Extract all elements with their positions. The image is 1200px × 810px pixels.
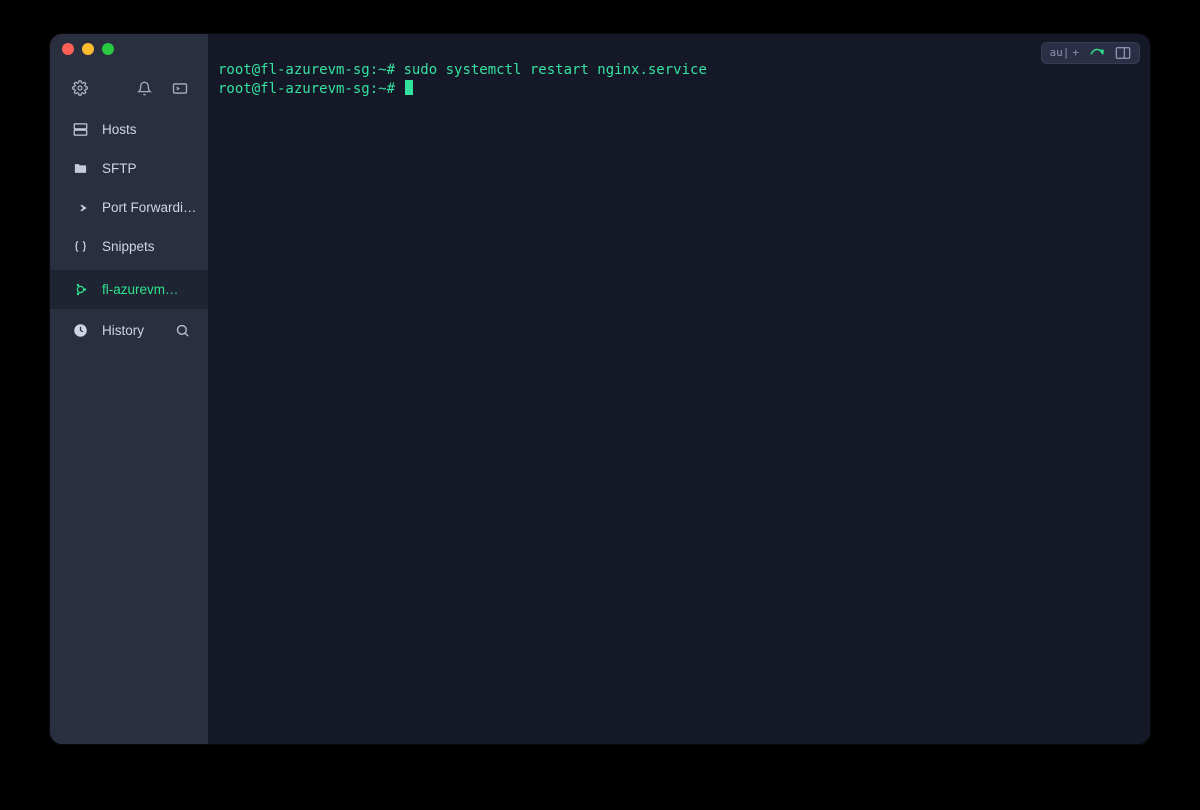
terminal-line: root@fl-azurevm-sg:~# — [218, 80, 1140, 99]
settings-icon[interactable] — [72, 80, 88, 96]
search-icon[interactable] — [175, 323, 190, 338]
sidebar-item-label: Snippets — [102, 239, 208, 254]
sidebar-item-hosts[interactable]: Hosts — [50, 110, 208, 149]
terminal-prompt: root@fl-azurevm-sg:~# — [218, 62, 403, 78]
braces-icon — [72, 240, 88, 254]
clock-icon — [72, 323, 88, 338]
sidebar-item-sftp[interactable]: SFTP — [50, 149, 208, 188]
app-window: Hosts SFTP Port Forwarding — [50, 34, 1150, 744]
terminal-line: root@fl-azurevm-sg:~# sudo systemctl res… — [218, 62, 1140, 80]
terminal-command: sudo systemctl restart nginx.service — [403, 62, 706, 78]
terminal-cursor — [405, 80, 413, 95]
terminal-toolbar: au| + — [1041, 42, 1141, 64]
sidebar-item-history[interactable]: History — [50, 309, 208, 351]
sidebar-item-session[interactable]: fl-azurevm… — [50, 270, 208, 309]
share-icon[interactable] — [1089, 46, 1105, 60]
window-controls — [50, 34, 208, 62]
maximize-window-button[interactable] — [102, 43, 114, 55]
sidebar-nav: Hosts SFTP Port Forwarding — [50, 110, 208, 351]
minimize-window-button[interactable] — [82, 43, 94, 55]
bell-icon[interactable] — [137, 81, 152, 96]
folder-icon — [72, 162, 88, 175]
split-panel-icon[interactable] — [1115, 46, 1131, 60]
toolbar-chip-plus: + — [1072, 46, 1079, 60]
sidebar-item-label: fl-azurevm… — [102, 282, 208, 297]
terminal-pane[interactable]: au| + root@fl-azurevm-sg:~# sudo systemc… — [208, 34, 1150, 744]
sidebar-item-label: SFTP — [102, 161, 208, 176]
close-window-button[interactable] — [62, 43, 74, 55]
sidebar-top-icons — [50, 62, 208, 110]
sidebar-item-label: Hosts — [102, 122, 208, 137]
sidebar-item-label: History — [102, 323, 161, 338]
sidebar-item-port-forwarding[interactable]: Port Forwarding — [50, 188, 208, 227]
arrow-forward-icon — [72, 202, 88, 214]
terminal-icon[interactable] — [172, 82, 188, 95]
ubuntu-icon — [72, 282, 88, 297]
sidebar-item-snippets[interactable]: Snippets — [50, 227, 208, 266]
sidebar-item-label: Port Forwarding — [102, 200, 208, 215]
toolbar-chip-text: au| — [1050, 46, 1070, 60]
sidebar: Hosts SFTP Port Forwarding — [50, 34, 208, 744]
terminal-prompt: root@fl-azurevm-sg:~# — [218, 81, 403, 97]
toolbar-chip[interactable]: au| + — [1050, 46, 1080, 60]
server-icon — [72, 122, 88, 137]
